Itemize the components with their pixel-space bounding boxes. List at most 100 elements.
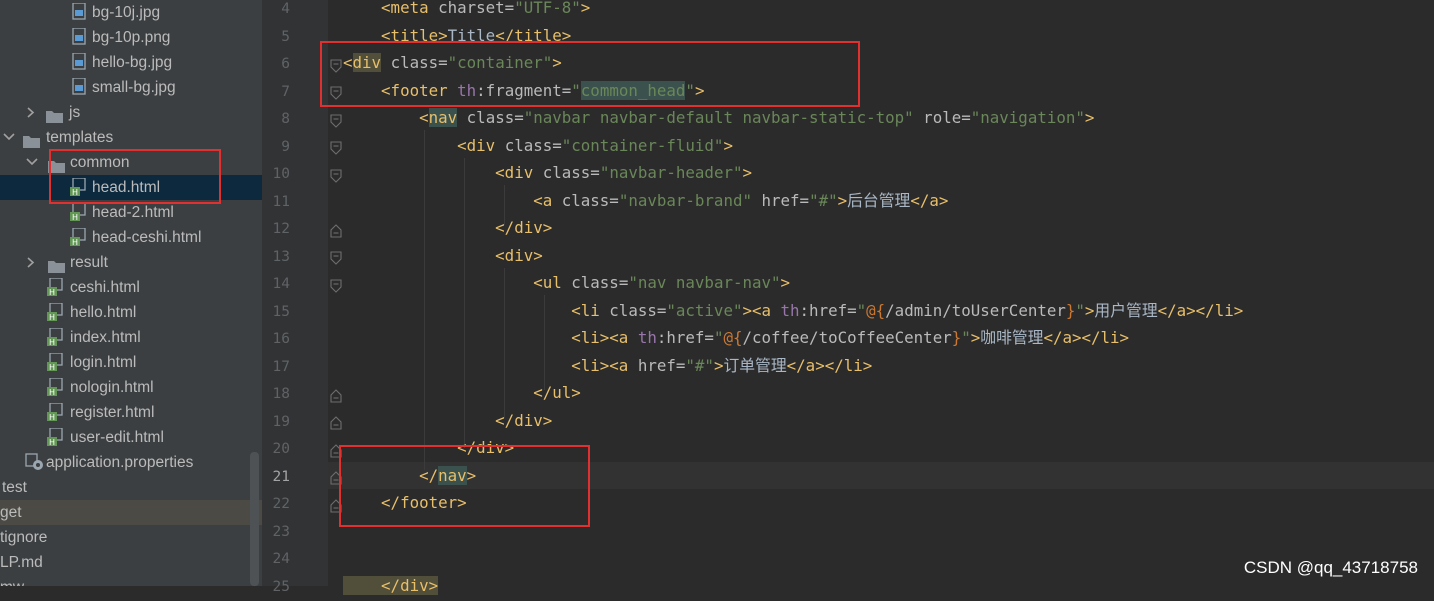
tree-item-file[interactable]: hello-bg.jpg: [0, 50, 262, 75]
line-number: 16: [262, 326, 290, 354]
line-number: 9: [262, 134, 290, 162]
tree-item-file[interactable]: H index.html: [0, 325, 262, 350]
code-line[interactable]: <li class="active"><a th:href="@{/admin/…: [343, 297, 1243, 325]
svg-text:H: H: [49, 413, 55, 421]
html-file-icon: H: [47, 303, 63, 321]
code-line[interactable]: <nav class="navbar navbar-default navbar…: [343, 104, 1094, 132]
code-line[interactable]: </div>: [343, 572, 438, 600]
line-number: 14: [262, 271, 290, 299]
fold-open-icon[interactable]: [330, 140, 342, 154]
code-line[interactable]: </div>: [343, 214, 552, 242]
tree-item-file[interactable]: tignore: [0, 525, 262, 550]
tree-item-file[interactable]: bg-10p.png: [0, 25, 262, 50]
fold-open-icon[interactable]: [330, 113, 342, 127]
chevron-right-icon[interactable]: [25, 100, 39, 125]
line-number: 12: [262, 216, 290, 244]
tree-item-file[interactable]: H hello.html: [0, 300, 262, 325]
properties-file-icon: [24, 453, 40, 471]
tree-item-file[interactable]: LP.md: [0, 550, 262, 575]
svg-text:H: H: [49, 388, 55, 396]
line-number: 24: [262, 546, 290, 574]
code-line[interactable]: <ul class="nav navbar-nav">: [343, 269, 790, 297]
line-number: 15: [262, 299, 290, 327]
project-tree-panel: bg-10j.jpg bg-10p.png hello-bg.jpg small…: [0, 0, 262, 586]
fold-open-icon[interactable]: [330, 278, 342, 292]
line-number: 23: [262, 519, 290, 547]
line-number: 5: [262, 24, 290, 52]
folder-icon: [48, 256, 65, 269]
folder-icon: [23, 131, 40, 144]
svg-text:H: H: [72, 213, 78, 221]
tree-item-file[interactable]: bg-10j.jpg: [0, 0, 262, 25]
tree-item-file[interactable]: H login.html: [0, 350, 262, 375]
tree-item-file[interactable]: H ceshi.html: [0, 275, 262, 300]
line-number: 22: [262, 491, 290, 519]
tree-item-file[interactable]: application.properties: [0, 450, 262, 475]
tree-item-file[interactable]: H head-ceshi.html: [0, 225, 262, 250]
tree-item-folder[interactable]: result: [0, 250, 262, 275]
line-number: 8: [262, 106, 290, 134]
html-file-icon: H: [47, 428, 63, 446]
line-number: 18: [262, 381, 290, 409]
tree-item-file[interactable]: small-bg.jpg: [0, 75, 262, 100]
fold-open-icon[interactable]: [330, 168, 342, 182]
chevron-right-icon[interactable]: [25, 250, 39, 275]
line-number: 6: [262, 51, 290, 79]
highlight-box-fragment-end: [339, 445, 590, 527]
html-file-icon: H: [47, 378, 63, 396]
tree-item-folder[interactable]: templates: [0, 125, 262, 150]
image-file-icon: [72, 3, 88, 21]
watermark: CSDN @qq_43718758: [1244, 558, 1418, 578]
code-line[interactable]: </ul>: [343, 379, 581, 407]
code-line[interactable]: <div class="navbar-header">: [343, 159, 752, 187]
tree-item-folder[interactable]: get: [0, 500, 262, 525]
html-file-icon: H: [47, 328, 63, 346]
line-number-current: 21: [262, 464, 290, 492]
folder-icon: [46, 106, 63, 119]
tree-item-file[interactable]: mw: [0, 575, 262, 586]
line-number: 19: [262, 409, 290, 437]
tree-item-file[interactable]: H register.html: [0, 400, 262, 425]
code-line[interactable]: <li><a href="#">订单管理</a></li>: [343, 352, 872, 380]
html-file-icon: H: [70, 228, 86, 246]
fold-close-icon[interactable]: [330, 223, 342, 237]
html-file-icon: H: [70, 203, 86, 221]
html-file-icon: H: [47, 353, 63, 371]
image-file-icon: [72, 28, 88, 46]
line-number: 11: [262, 189, 290, 217]
fold-close-icon[interactable]: [330, 388, 342, 402]
svg-text:H: H: [49, 338, 55, 346]
tree-item-file[interactable]: H nologin.html: [0, 375, 262, 400]
svg-text:H: H: [49, 363, 55, 371]
sidebar-scrollbar[interactable]: [250, 452, 259, 586]
line-number: 4: [262, 0, 290, 24]
code-line[interactable]: </div>: [343, 407, 552, 435]
html-file-icon: H: [47, 403, 63, 421]
chevron-down-icon[interactable]: [25, 150, 39, 175]
code-line[interactable]: <a class="navbar-brand" href="#">后台管理</a…: [343, 187, 948, 215]
line-number: 17: [262, 354, 290, 382]
svg-text:H: H: [49, 288, 55, 296]
code-line[interactable]: <div>: [343, 242, 543, 270]
svg-text:H: H: [72, 238, 78, 246]
line-number: 13: [262, 244, 290, 272]
tree-item-folder[interactable]: js: [0, 100, 262, 125]
highlight-box-fragment-start: [320, 41, 860, 107]
chevron-down-icon[interactable]: [2, 125, 16, 150]
line-number: 20: [262, 436, 290, 464]
html-file-icon: H: [47, 278, 63, 296]
code-line[interactable]: <div class="container-fluid">: [343, 132, 733, 160]
tree-item-file[interactable]: H user-edit.html: [0, 425, 262, 450]
code-line[interactable]: <meta charset="UTF-8">: [343, 0, 590, 22]
code-line[interactable]: <li><a th:href="@{/coffee/toCoffeeCenter…: [343, 324, 1129, 352]
tree-item-folder[interactable]: test: [0, 475, 262, 500]
image-file-icon: [72, 78, 88, 96]
highlight-box-common-folder: [49, 149, 221, 204]
fold-close-icon[interactable]: [330, 415, 342, 429]
image-file-icon: [72, 53, 88, 71]
line-number: 7: [262, 79, 290, 107]
fold-open-icon[interactable]: [330, 250, 342, 264]
line-number: 25: [262, 574, 290, 601]
line-number: 10: [262, 161, 290, 189]
svg-text:H: H: [49, 313, 55, 321]
